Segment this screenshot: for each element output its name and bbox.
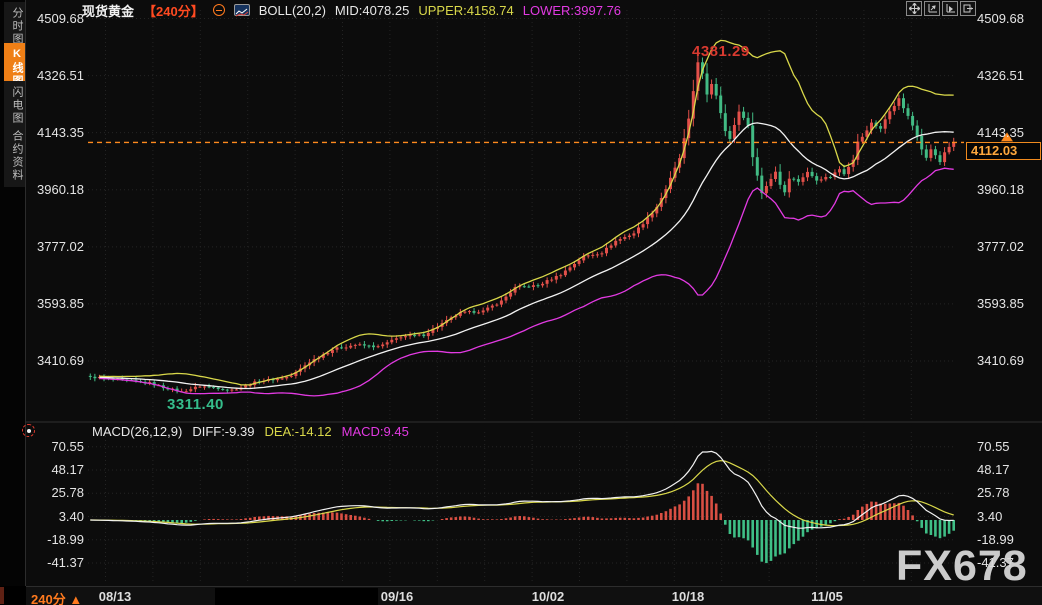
period-tag: 【240分】 xyxy=(143,1,204,20)
price-tick: 3960.18 xyxy=(977,182,1041,198)
boll-lower-value: LOWER:3997.76 xyxy=(523,3,621,18)
time-axis-bar: 240分 ▲ 08/13 09/16 10/02 10/18 11/05 xyxy=(26,586,1042,605)
chart-header: 现货黄金 【240分】 BOLL(20,2) MID:4078.25 UPPER… xyxy=(82,2,621,18)
date-tick: 09/16 xyxy=(381,589,414,604)
sidebar-tab-contract-info[interactable]: 合约资料 xyxy=(4,125,25,187)
date-tick: 10/02 xyxy=(532,589,565,604)
trading-chart-window: 分时图 K线图 闪电图 合约资料 现货黄金 【240分】 BOLL(20,2) … xyxy=(0,0,1042,605)
macd-diff-value: DIFF:-9.39 xyxy=(192,424,254,439)
macd-tick: 48.17 xyxy=(24,462,84,478)
swing-high-label: 4381.29 xyxy=(692,43,750,60)
date-tick: 10/18 xyxy=(672,589,705,604)
date-tick: 11/05 xyxy=(811,589,843,604)
macd-header: MACD(26,12,9) DIFF:-9.39 DEA:-14.12 MACD… xyxy=(92,424,409,439)
price-tick: 4326.51 xyxy=(977,68,1041,84)
macd-dea-value: DEA:-14.12 xyxy=(264,424,331,439)
price-tick: 3777.02 xyxy=(24,239,84,255)
mini-chart-icon[interactable] xyxy=(234,4,250,16)
date-tick: 08/13 xyxy=(99,589,132,604)
macd-tick: 25.78 xyxy=(24,485,84,501)
macd-name: MACD(26,12,9) xyxy=(92,424,182,439)
macd-tick: 3.40 xyxy=(24,509,84,525)
macd-tick: -41.37 xyxy=(24,555,84,571)
boll-mid-value: MID:4078.25 xyxy=(335,3,409,18)
boll-upper-value: UPPER:4158.74 xyxy=(418,3,513,18)
macd-tick: 25.78 xyxy=(977,485,1041,501)
swing-low-label: 3311.40 xyxy=(167,396,224,413)
price-tick: 3410.69 xyxy=(977,353,1041,369)
price-tick: 4326.51 xyxy=(24,68,84,84)
price-tick: 3960.18 xyxy=(24,182,84,198)
range-scrollbar[interactable] xyxy=(215,588,378,605)
pan-tool-icon[interactable] xyxy=(906,1,922,16)
price-tick: 3593.85 xyxy=(977,296,1041,312)
price-tick: 4509.68 xyxy=(24,11,84,27)
instrument-title: 现货黄金 xyxy=(82,1,134,20)
price-tick: 3410.69 xyxy=(24,353,84,369)
chart-toolbar xyxy=(906,1,976,16)
last-price-badge: 4112.03 xyxy=(966,142,1041,160)
price-tick: 4143.35 xyxy=(977,125,1041,141)
macd-tick: 70.55 xyxy=(24,439,84,455)
indicator-settings-icon[interactable] xyxy=(22,424,35,437)
price-tick: 3777.02 xyxy=(977,239,1041,255)
fx678-watermark: FX678 xyxy=(896,542,1028,591)
price-tick: 3593.85 xyxy=(24,296,84,312)
bottom-left-marker xyxy=(0,587,4,604)
macd-tick: -18.99 xyxy=(24,532,84,548)
price-chart-canvas[interactable] xyxy=(0,0,1042,605)
macd-macd-value: MACD:9.45 xyxy=(342,424,409,439)
macd-tick: 70.55 xyxy=(977,439,1041,455)
macd-tick: 48.17 xyxy=(977,462,1041,478)
chevron-up-icon: ▲ xyxy=(69,592,82,605)
chart-type-sidebar: 分时图 K线图 闪电图 合约资料 xyxy=(0,0,26,605)
macd-tick: 3.40 xyxy=(977,509,1041,525)
boll-label: BOLL(20,2) xyxy=(259,3,326,18)
price-tick: 4143.35 xyxy=(24,125,84,141)
zoom-in-axis-icon[interactable] xyxy=(924,1,940,16)
price-tick: 4509.68 xyxy=(977,11,1041,27)
period-selector[interactable]: 240分 ▲ xyxy=(31,589,82,605)
exit-fullscreen-icon[interactable] xyxy=(960,1,976,16)
sidebar-tab-lightning-chart[interactable]: 闪电图 xyxy=(4,81,25,130)
collapse-indicator-icon[interactable] xyxy=(213,4,225,16)
zoom-out-axis-icon[interactable] xyxy=(942,1,958,16)
